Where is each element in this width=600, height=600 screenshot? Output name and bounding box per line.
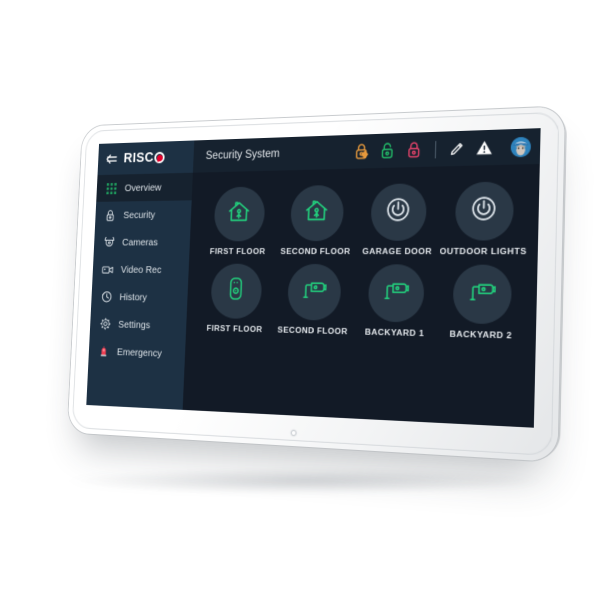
logo-o-mark: [154, 151, 166, 164]
tile-backyard-1-camera[interactable]: BACKYARD 1: [356, 264, 434, 338]
sidebar-item-emergency[interactable]: Emergency: [88, 337, 185, 368]
house-occupied-icon: [227, 200, 250, 227]
tile-second-floor-camera[interactable]: SECOND FLOOR: [276, 263, 351, 337]
risco-logo: RISC: [123, 150, 166, 167]
status-led-indicator: [291, 430, 296, 436]
screen-body: Overview Security Cameras Video Rec Hist…: [86, 163, 540, 428]
disarm-button[interactable]: [375, 141, 402, 161]
device-ground-shadow: [70, 468, 540, 494]
sidebar-item-label: Emergency: [116, 345, 163, 359]
tile-second-floor-arm[interactable]: SECOND FLOOR: [279, 184, 354, 257]
touchscreen[interactable]: RISC Security System Overview Security C…: [86, 128, 541, 428]
tile-label: OUTDOOR LIGHTS: [439, 245, 527, 257]
sidebar-item-security[interactable]: Security: [95, 200, 192, 228]
tile-label: SECOND FLOOR: [277, 324, 348, 337]
top-bar-brand-area: RISC: [97, 140, 195, 176]
tile-garage-door[interactable]: GARAGE DOOR: [359, 183, 437, 256]
sidebar-item-settings[interactable]: Settings: [90, 310, 187, 340]
tile-circle[interactable]: [209, 263, 263, 320]
house-occupied-icon: [304, 199, 328, 227]
power-icon: [470, 195, 497, 227]
clock-icon: [100, 290, 112, 303]
sidebar-item-label: History: [119, 291, 148, 303]
gear-icon: [99, 317, 111, 330]
tile-first-floor-doorbell[interactable]: FIRST FLOOR: [200, 263, 272, 335]
arm-button[interactable]: [401, 140, 428, 160]
partial-arm-button[interactable]: [349, 141, 375, 161]
tile-label: BACKYARD 1: [364, 326, 425, 339]
toolbar-divider: [434, 140, 437, 158]
sidebar-item-label: Settings: [118, 318, 151, 331]
tile-backyard-2-camera[interactable]: BACKYARD 2: [441, 264, 523, 341]
sidebar-item-label: Security: [123, 208, 156, 221]
sidebar-item-overview[interactable]: Overview: [96, 172, 193, 202]
pencil-icon[interactable]: [443, 140, 471, 156]
warning-triangle-icon[interactable]: [470, 139, 498, 156]
dome-camera-icon: [103, 236, 115, 249]
grid-icon: [106, 182, 118, 195]
tile-label: GARAGE DOOR: [362, 245, 433, 257]
screenshot-canvas: RISC Security System Overview Security C…: [0, 0, 600, 600]
device-perspective-wrapper: RISC Security System Overview Security C…: [67, 106, 568, 463]
sidebar-item-video-rec[interactable]: Video Rec: [92, 256, 189, 284]
cctv-camera-icon: [382, 280, 408, 307]
device-body: RISC Security System Overview Security C…: [67, 106, 565, 463]
lock-icon: [104, 209, 116, 222]
tile-row: FIRST FLOOR: [200, 263, 523, 341]
tile-label: SECOND FLOOR: [280, 245, 351, 257]
cctv-camera-icon: [468, 280, 496, 308]
tile-label: FIRST FLOOR: [206, 322, 263, 335]
tile-label: BACKYARD 2: [449, 328, 513, 341]
power-icon: [385, 197, 411, 228]
video-camera-icon: [102, 263, 114, 276]
tile-circle[interactable]: [451, 264, 512, 325]
sidebar-item-history[interactable]: History: [91, 283, 188, 312]
sidebar-item-cameras[interactable]: Cameras: [94, 228, 191, 256]
tile-circle[interactable]: [213, 186, 266, 242]
tile-circle[interactable]: [454, 181, 514, 241]
logo-text: RISC: [123, 150, 155, 167]
sidebar-item-label: Video Rec: [120, 263, 162, 276]
page-title: Security System: [205, 148, 280, 162]
doorbell-icon: [228, 276, 244, 306]
cctv-camera-icon: [301, 279, 326, 305]
back-arrow-icon[interactable]: [105, 153, 118, 165]
sidebar-nav: Overview Security Cameras Video Rec Hist…: [86, 172, 193, 410]
tile-circle[interactable]: [369, 183, 427, 241]
tile-label: FIRST FLOOR: [209, 246, 266, 256]
user-avatar[interactable]: [510, 136, 532, 157]
sidebar-item-label: Overview: [124, 181, 162, 194]
tile-outdoor-lights[interactable]: OUTDOOR LIGHTS: [439, 181, 527, 256]
sidebar-item-label: Cameras: [121, 236, 159, 248]
tile-circle[interactable]: [289, 184, 344, 242]
logo-red-dot: [156, 154, 164, 163]
siren-icon: [98, 344, 110, 358]
overview-tile-grid: FIRST FLOOR SECOND FLOOR GARAGE DOOR OUT…: [182, 163, 540, 428]
tile-circle[interactable]: [367, 264, 425, 323]
tile-circle[interactable]: [286, 263, 342, 321]
tile-first-floor-arm[interactable]: FIRST FLOOR: [203, 186, 274, 256]
top-bar-actions: [349, 136, 541, 161]
tile-row: FIRST FLOOR: [203, 181, 527, 257]
